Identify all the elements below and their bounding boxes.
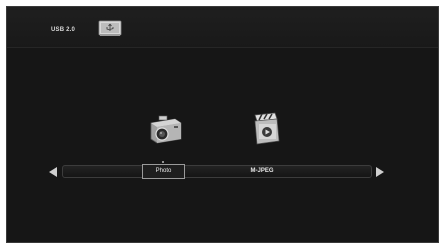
usb-label: USB 2.0 [51,27,76,33]
selection-indicator [162,161,164,163]
status-bar: USB 2.0 [7,7,438,48]
menu-item-mjpeg[interactable]: M-JPEG [237,166,287,177]
camera-icon[interactable] [145,113,185,147]
menu-item-photo[interactable]: Photo [142,164,185,179]
usb-drive-icon [98,20,122,36]
triangle-right-icon[interactable] [376,167,384,177]
media-player-screen: USB 2.0 Photo M-JPEG [6,6,439,243]
triangle-left-icon[interactable] [49,167,57,177]
video-clapper-icon[interactable] [249,111,283,147]
media-type-selector [62,165,372,178]
